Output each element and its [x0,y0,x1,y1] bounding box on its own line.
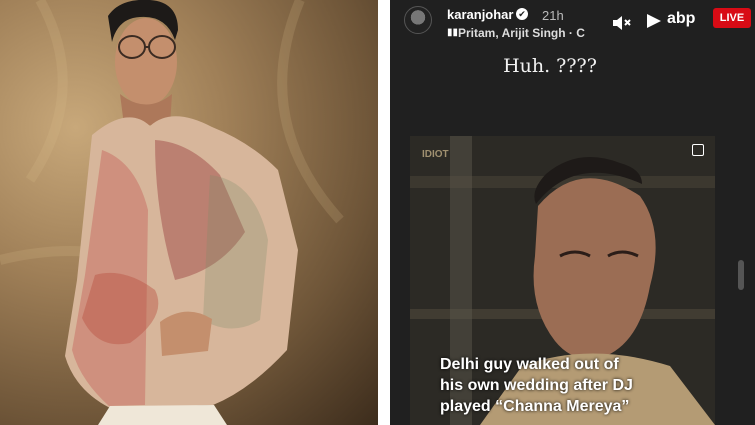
abp-logo: abp [645,9,713,31]
person-photo-illustration [0,0,344,425]
reposted-video-clip[interactable]: IDIOT Delhi guy walked out of his own we… [410,136,715,425]
overlay-line: played “Channa Mereya” [440,398,630,415]
story-caption: Huh. ???? [503,55,597,77]
clip-overlay-text: Delhi guy walked out of his own wedding … [440,354,710,417]
music-bars-icon: ▮▮ [447,27,459,38]
live-badge: LIVE [713,8,751,28]
mute-icon[interactable] [610,12,632,34]
story-header: karanjohar ✔ 21h ▮▮ Pritam, Arijit Singh… [390,0,755,48]
verified-icon: ✔ [516,8,528,20]
instagram-story-panel: karanjohar ✔ 21h ▮▮ Pritam, Arijit Singh… [390,0,755,425]
copy-icon[interactable] [692,144,704,156]
overlay-line: his own wedding after DJ [440,377,633,394]
overlay-line: Delhi guy walked out of [440,356,619,373]
music-label[interactable]: Pritam, Arijit Singh · C [458,26,585,40]
avatar[interactable] [404,6,432,34]
abp-logo-text: abp [667,10,696,27]
image-divider [378,0,390,425]
clip-watermark: IDIOT [422,149,449,160]
scroll-indicator[interactable] [738,260,744,290]
story-username[interactable]: karanjohar [447,7,513,22]
story-time: 21h [542,8,564,23]
person-photo [0,0,378,425]
play-icon [647,14,661,28]
